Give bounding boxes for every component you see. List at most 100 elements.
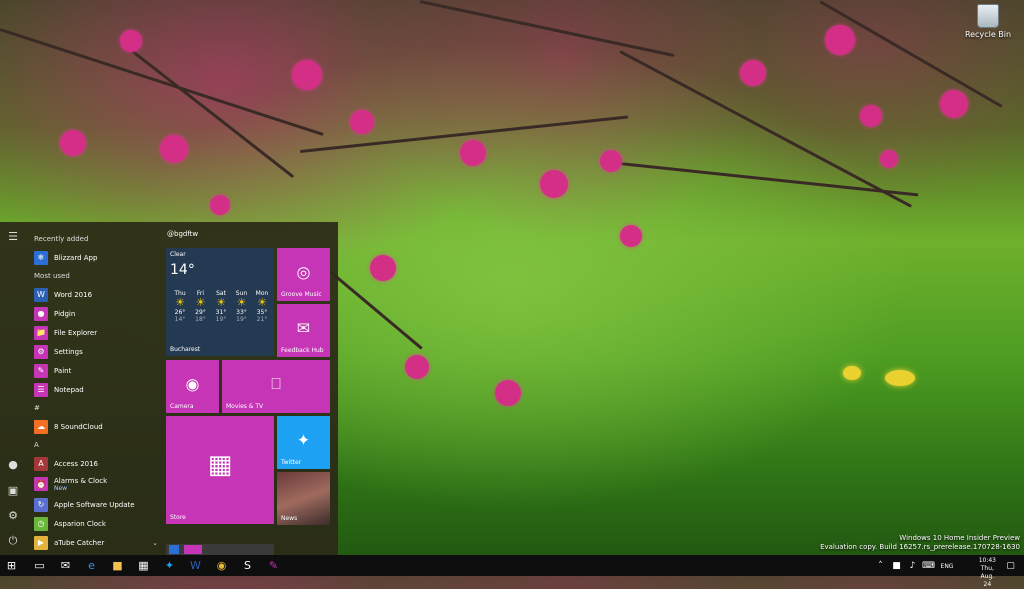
forecast-high: 33° xyxy=(236,309,247,316)
app-pidgin[interactable]: ● Pidgin xyxy=(28,304,158,323)
asparion-icon: ◷ xyxy=(34,516,48,531)
forecast-day: Mon ☀ 35° 21° xyxy=(252,290,272,323)
pictures-icon[interactable]: ▣ xyxy=(6,484,20,498)
tile-label: Camera xyxy=(170,403,194,410)
user-avatar-icon[interactable]: ● xyxy=(6,458,20,472)
forecast-high: 31° xyxy=(215,309,227,316)
app-list: Recently added ❄ Blizzard App Most used W… xyxy=(28,230,158,552)
app-apple-update[interactable]: ↻ Apple Software Update xyxy=(28,495,158,514)
watermark-line1: Windows 10 Home Insider Preview xyxy=(899,534,1020,542)
store-icon[interactable]: ▦ xyxy=(136,558,151,573)
app-label: Word 2016 xyxy=(54,290,93,299)
groove-music-tile[interactable]: ◎ Groove Music xyxy=(277,248,330,301)
forecast-high: 26° xyxy=(174,309,186,316)
tiles-row-partial xyxy=(166,544,274,555)
taskbar-clock[interactable]: 10:43 Thu, Aug. 24 xyxy=(979,557,996,589)
section-hash[interactable]: # xyxy=(34,404,158,414)
power-icon[interactable]: ⏻ xyxy=(6,534,20,548)
app-label: Apple Software Update xyxy=(54,500,135,509)
chevron-up-icon[interactable]: ˄ xyxy=(873,559,888,574)
app-label: Alarms & Clock xyxy=(54,476,108,485)
paint-icon: ✎ xyxy=(34,363,48,378)
notepad-icon: ☰ xyxy=(34,382,48,397)
app-settings[interactable]: ⚙ Settings xyxy=(28,342,158,361)
edge-tile-icon xyxy=(169,545,179,554)
mail-icon[interactable]: ✉ xyxy=(58,558,73,573)
tile-label: Store xyxy=(170,514,186,521)
app-asparion[interactable]: ◷ Asparion Clock xyxy=(28,514,158,533)
recycle-bin[interactable]: Recycle Bin xyxy=(964,4,1012,39)
tiles-group-header[interactable]: @bgdftw xyxy=(167,230,336,242)
paint-icon[interactable]: ✎ xyxy=(266,558,281,573)
forecast-day: Fri ☀ 29° 18° xyxy=(191,290,211,323)
language-indicator[interactable]: ENG xyxy=(938,559,956,574)
app-paint[interactable]: ✎ Paint xyxy=(28,361,158,380)
new-badge: New xyxy=(54,484,68,492)
tile-label: Twitter xyxy=(281,459,302,466)
forecast-low: 19° xyxy=(236,316,247,323)
sun-icon: ☀ xyxy=(175,296,185,309)
settings-gear-icon[interactable]: ⚙ xyxy=(6,509,20,523)
app-label: File Explorer xyxy=(54,328,98,337)
file-explorer-icon[interactable]: ■ xyxy=(110,558,125,573)
volume-icon[interactable]: ♪ xyxy=(905,559,920,574)
word-icon[interactable]: W xyxy=(188,558,203,573)
news-tile[interactable]: News xyxy=(277,472,330,525)
build-watermark: Windows 10 Home Insider Preview Evaluati… xyxy=(820,534,1020,552)
atube-icon: ▶ xyxy=(34,535,48,550)
keyboard-icon[interactable]: ⌨ xyxy=(921,559,936,574)
edge-icon[interactable]: e xyxy=(84,558,99,573)
folder-icon: 📁 xyxy=(34,325,48,340)
feedback-icon: ✉ xyxy=(296,318,311,338)
camera-icon: ◉ xyxy=(185,374,200,394)
forecast-high: 35° xyxy=(256,309,268,316)
clock-date: Thu, Aug. 24 xyxy=(980,565,995,588)
start-menu: ☰ ● ▣ ⚙ ⏻ Recently added ❄ Blizzard App M… xyxy=(0,222,338,555)
forecast-low: 21° xyxy=(256,316,268,323)
weather-tile[interactable]: Clear 14° Thu ☀ 26° 14° Fri ☀ 29° 18° Sat ☀ 31° 19°… xyxy=(166,248,274,356)
app-label: aTube Catcher xyxy=(54,538,105,547)
sun-icon: ☀ xyxy=(236,296,247,309)
watermark-line2: Evaluation copy. Build 16257.rs_prerelea… xyxy=(820,543,1020,551)
feedback-hub-tile[interactable]: ✉ Feedback Hub xyxy=(277,304,330,357)
camera-tile[interactable]: ◉ Camera xyxy=(166,360,219,413)
forecast-high: 29° xyxy=(195,309,206,316)
skype-icon[interactable]: S xyxy=(240,558,255,573)
app-notepad[interactable]: ☰ Notepad xyxy=(28,380,158,399)
sun-icon: ☀ xyxy=(216,296,226,309)
mini-tile xyxy=(184,545,202,554)
tile-label: Feedback Hub xyxy=(281,347,324,354)
access-icon: A xyxy=(34,456,48,471)
app-access[interactable]: A Access 2016 xyxy=(28,454,158,473)
twitter-tile[interactable]: ✦ Twitter xyxy=(277,416,330,469)
forecast-low: 19° xyxy=(215,316,227,323)
hamburger-menu-icon[interactable]: ☰ xyxy=(6,230,20,244)
store-tile[interactable]: ▦ Store xyxy=(166,416,274,524)
movies-tv-tile[interactable]: ⎕ Movies & TV xyxy=(222,360,330,413)
app-blizzard[interactable]: ❄ Blizzard App xyxy=(28,248,158,267)
chrome-icon[interactable]: ◉ xyxy=(214,558,229,573)
pidgin-icon: ● xyxy=(34,306,48,321)
word-icon: W xyxy=(34,287,48,302)
soundcloud-icon: ☁ xyxy=(34,419,48,434)
gear-icon: ⚙ xyxy=(34,344,48,359)
section-a[interactable]: A xyxy=(34,441,158,451)
network-icon[interactable]: ■ xyxy=(889,559,904,574)
weather-city: Bucharest xyxy=(170,346,201,353)
windows-start-icon[interactable]: ⊞ xyxy=(4,558,19,573)
app-label: Asparion Clock xyxy=(54,519,106,528)
app-file-explorer[interactable]: 📁 File Explorer xyxy=(28,323,158,342)
notifications-icon[interactable]: ▢ xyxy=(1003,559,1018,574)
weather-temp: 14° xyxy=(170,262,195,278)
app-word[interactable]: W Word 2016 xyxy=(28,285,158,304)
app-label: Blizzard App xyxy=(54,253,98,262)
chevron-down-icon[interactable]: ⌄ xyxy=(152,539,158,547)
twitter-icon[interactable]: ✦ xyxy=(162,558,177,573)
weather-condition: Clear xyxy=(170,251,186,258)
app-alarms[interactable]: ⏰ Alarms & Clock New xyxy=(28,473,158,495)
app-soundcloud[interactable]: ☁ 8 SoundCloud xyxy=(28,417,158,436)
task-view-icon[interactable]: ▭ xyxy=(32,558,47,573)
forecast-day: Sun ☀ 33° 19° xyxy=(232,290,252,323)
forecast-day: Thu ☀ 26° 14° xyxy=(170,290,190,323)
app-atube[interactable]: ▶ aTube Catcher ⌄ xyxy=(28,533,158,552)
